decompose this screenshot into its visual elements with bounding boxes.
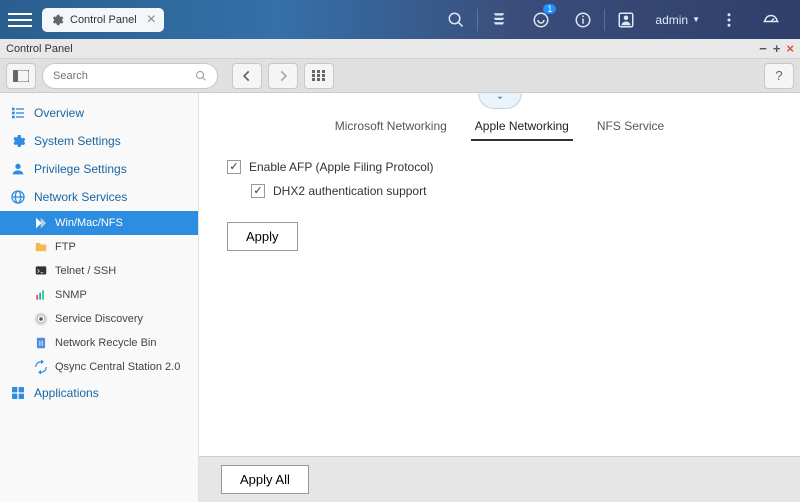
tasks-icon[interactable] [478, 0, 520, 39]
menu-icon[interactable] [8, 8, 32, 32]
toggle-sidebar-button[interactable] [6, 63, 36, 89]
expand-header-button[interactable] [478, 93, 522, 109]
info-icon[interactable] [562, 0, 604, 39]
window-title: Control Panel [6, 43, 73, 55]
forward-button[interactable] [268, 63, 298, 89]
apps-grid-button[interactable] [304, 63, 334, 89]
apps-icon [10, 385, 26, 401]
option-enable-afp: Enable AFP (Apple Filing Protocol) [227, 160, 772, 174]
checkbox-enable-afp[interactable] [227, 160, 241, 174]
globe-icon [10, 189, 26, 205]
close-icon[interactable]: × [147, 12, 156, 28]
privilege-icon [10, 161, 26, 177]
sync-icon [34, 360, 48, 374]
sidebar-sub-winmacnfs[interactable]: Win/Mac/NFS [0, 211, 198, 235]
sidebar: Overview System Settings Privilege Setti… [0, 93, 199, 502]
sidebar-sub-snmp[interactable]: SNMP [0, 283, 198, 307]
app-tab[interactable]: Control Panel × [42, 8, 164, 32]
user-icon[interactable] [605, 0, 647, 39]
apply-all-button[interactable]: Apply All [221, 465, 309, 494]
apply-button[interactable]: Apply [227, 222, 298, 251]
sidebar-sub-recycle-bin[interactable]: Network Recycle Bin [0, 331, 198, 355]
option-dhx2: DHX2 authentication support [251, 184, 772, 198]
checkbox-dhx2[interactable] [251, 184, 265, 198]
sidebar-sub-service-discovery[interactable]: Service Discovery [0, 307, 198, 331]
discovery-icon [34, 312, 48, 326]
back-button[interactable] [232, 63, 262, 89]
gear-icon [10, 133, 26, 149]
chart-icon [34, 288, 48, 302]
sidebar-item-privilege-settings[interactable]: Privilege Settings [0, 155, 198, 183]
search-input-wrapper[interactable] [42, 63, 218, 89]
tab-label: Control Panel [70, 14, 137, 26]
close-button[interactable]: × [786, 41, 794, 56]
chevron-down-icon: ▼ [692, 15, 700, 24]
main-tabs: Microsoft Networking Apple Networking NF… [227, 113, 772, 142]
app-topbar: Control Panel × 1 admin ▼ [0, 0, 800, 39]
minimize-button[interactable]: − [759, 41, 767, 56]
notifications-icon[interactable]: 1 [520, 0, 562, 39]
search-input[interactable] [53, 70, 195, 82]
dashboard-icon[interactable] [750, 0, 792, 39]
tab-microsoft-networking[interactable]: Microsoft Networking [331, 113, 451, 141]
overview-list-icon [10, 105, 26, 121]
recycle-icon [34, 336, 48, 350]
sidebar-sub-telnet-ssh[interactable]: Telnet / SSH [0, 259, 198, 283]
gear-icon [50, 13, 64, 27]
sidebar-item-overview[interactable]: Overview [0, 99, 198, 127]
topbar-actions: 1 admin ▼ [435, 0, 792, 39]
footer: Apply All [199, 456, 800, 502]
sidebar-item-applications[interactable]: Applications [0, 379, 198, 407]
notification-badge: 1 [543, 4, 556, 14]
tab-nfs-service[interactable]: NFS Service [593, 113, 668, 141]
sidebar-item-network-services[interactable]: Network Services [0, 183, 198, 211]
more-icon[interactable] [708, 0, 750, 39]
sidebar-sub-ftp[interactable]: FTP [0, 235, 198, 259]
tab-apple-networking[interactable]: Apple Networking [471, 113, 573, 141]
sidebar-sub-qsync[interactable]: Qsync Central Station 2.0 [0, 355, 198, 379]
sidebar-item-system-settings[interactable]: System Settings [0, 127, 198, 155]
folder-share-icon [34, 216, 48, 230]
window-titlebar: Control Panel − + × [0, 39, 800, 59]
user-menu[interactable]: admin ▼ [647, 13, 708, 27]
help-button[interactable]: ? [764, 63, 794, 89]
search-icon [195, 70, 207, 82]
main-panel: Microsoft Networking Apple Networking NF… [199, 93, 800, 502]
terminal-icon [34, 264, 48, 278]
maximize-button[interactable]: + [773, 41, 781, 56]
toolbar: ? [0, 59, 800, 93]
search-icon[interactable] [435, 0, 477, 39]
body: Overview System Settings Privilege Setti… [0, 93, 800, 502]
folder-icon [34, 240, 48, 254]
